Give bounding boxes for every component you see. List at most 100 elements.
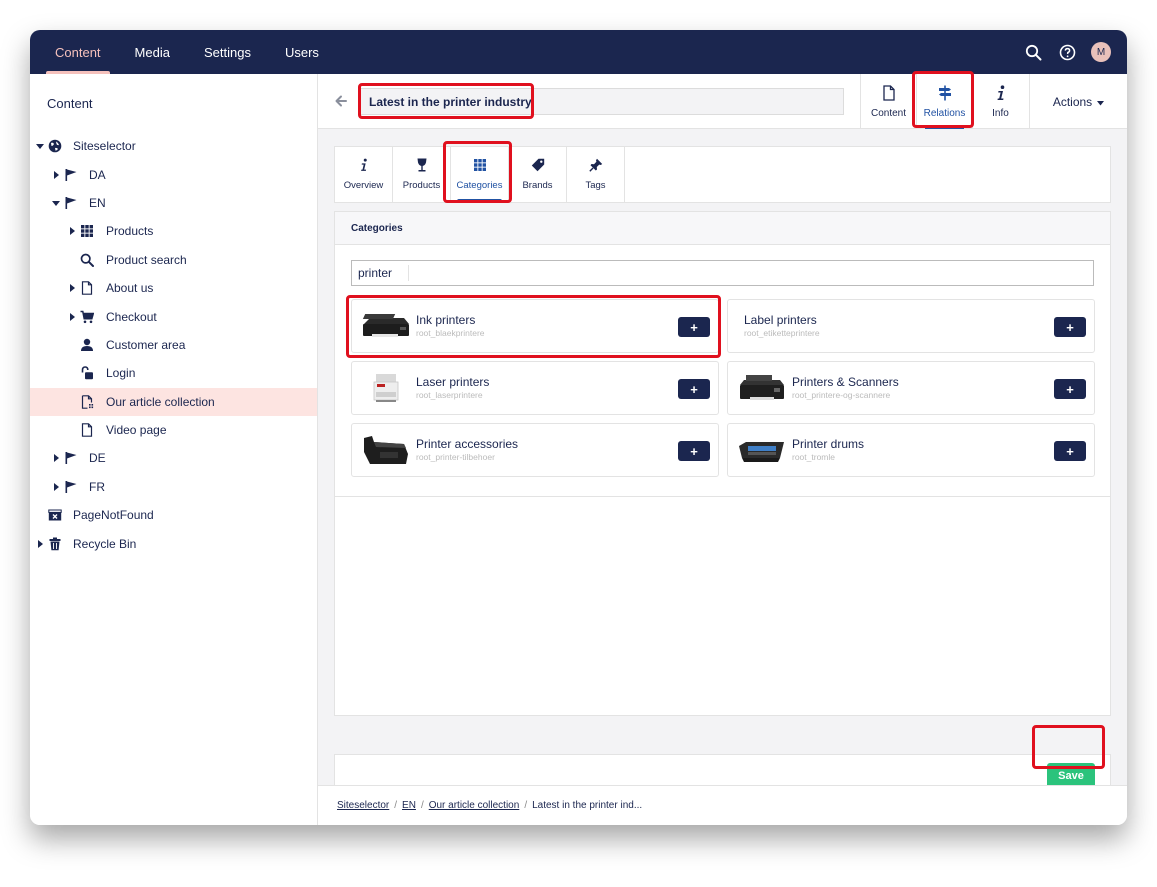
caret-right-icon[interactable] [68, 227, 76, 236]
unlock-icon [79, 365, 95, 381]
tree-item-product-search[interactable]: Product search [30, 246, 317, 274]
category-card-printers-scanners: Printers & Scanners root_printere-og-sca… [727, 361, 1095, 415]
caret-right-icon[interactable] [52, 170, 60, 179]
breadcrumb-current: Latest in the printer ind... [532, 800, 643, 811]
user-icon [79, 337, 95, 353]
categories-panel: Categories printer Ink printers root_bla… [334, 211, 1111, 716]
signpost-icon [937, 85, 953, 104]
tree-item-de[interactable]: DE [30, 444, 317, 472]
add-category-button[interactable]: + [678, 317, 710, 337]
flag-icon [63, 195, 79, 211]
document-icon [882, 84, 896, 104]
top-navigation: Content Media Settings Users M [30, 30, 1127, 74]
divider [335, 496, 1110, 497]
content-tree: Siteselector DA EN Products Product sear… [30, 132, 317, 558]
caret-right-icon[interactable] [36, 539, 44, 548]
editor-area: Latest in the printer industry Content R… [318, 74, 1127, 825]
globe-icon [47, 138, 63, 154]
tab-products[interactable]: Products [393, 147, 451, 202]
tree-item-en[interactable]: EN [30, 189, 317, 217]
tree-item-our-article-collection[interactable]: Our article collection [30, 387, 317, 416]
breadcrumb: Siteselector / EN / Our article collecti… [318, 785, 1127, 825]
not-found-icon [47, 507, 63, 523]
tree-item-fr[interactable]: FR [30, 473, 317, 501]
breadcrumb-separator: / [394, 800, 398, 811]
flag-icon [63, 167, 79, 183]
sidebar-title: Content [47, 96, 93, 111]
app-content[interactable]: Content [860, 74, 916, 129]
caret-right-icon[interactable] [52, 482, 60, 491]
flag-icon [63, 450, 79, 466]
drum-thumb [736, 432, 788, 468]
category-card-printer-accessories: Printer accessories root_printer-tilbeho… [351, 423, 719, 477]
tab-tags[interactable]: Tags [567, 147, 625, 202]
tree-item-da[interactable]: DA [30, 160, 317, 188]
tree-item-video-page[interactable]: Video page [30, 416, 317, 444]
tree-item-recycle-bin[interactable]: Recycle Bin [30, 529, 317, 557]
caret-down-icon[interactable] [52, 199, 60, 207]
category-card-label-printers: Label printers root_etiketteprintere + [727, 299, 1095, 353]
category-search-input[interactable]: printer [351, 260, 1094, 286]
trash-icon [47, 536, 63, 552]
caret-right-icon[interactable] [52, 454, 60, 463]
flag-icon [63, 479, 79, 495]
grid-icon [79, 223, 95, 239]
breadcrumb-our-article-collection[interactable]: Our article collection [429, 800, 520, 811]
toner-thumb [360, 432, 412, 468]
relations-tabs: Overview Products Categories Brands Tags [334, 146, 1111, 203]
back-arrow-icon[interactable] [333, 93, 349, 109]
tree-item-customer-area[interactable]: Customer area [30, 331, 317, 359]
tree-item-products[interactable]: Products [30, 217, 317, 245]
node-name-input[interactable]: Latest in the printer industry [358, 88, 844, 115]
add-category-button[interactable]: + [1054, 441, 1086, 461]
category-card-laser-printers: Laser printers root_laserprintere + [351, 361, 719, 415]
section-media[interactable]: Media [118, 30, 187, 74]
section-content[interactable]: Content [38, 30, 118, 74]
search-icon [79, 252, 95, 268]
laser-printer-thumb [360, 370, 412, 406]
sidebar: Content Siteselector DA EN Products Prod… [30, 74, 318, 825]
pin-icon [588, 158, 603, 175]
ink-printer-thumb [360, 308, 412, 344]
category-card-ink-printers: Ink printers root_blaekprintere + [351, 299, 719, 353]
printer-scanner-thumb [736, 370, 788, 406]
tree-item-checkout[interactable]: Checkout [30, 302, 317, 330]
add-category-button[interactable]: + [1054, 317, 1086, 337]
app-relations[interactable]: Relations [916, 74, 972, 129]
document-icon [79, 422, 95, 438]
grid-icon [473, 158, 487, 175]
help-icon[interactable] [1057, 42, 1077, 62]
actions-menu[interactable]: Actions [1029, 74, 1127, 129]
tree-item-about-us[interactable]: About us [30, 274, 317, 302]
tree-item-pagenotfound[interactable]: PageNotFound [30, 501, 317, 529]
caret-down-icon[interactable] [36, 142, 44, 150]
add-category-button[interactable]: + [1054, 379, 1086, 399]
app-info[interactable]: Info [972, 74, 1028, 129]
breadcrumb-en[interactable]: EN [402, 800, 416, 811]
tree-item-siteselector[interactable]: Siteselector [30, 132, 317, 160]
category-card-printer-drums: Printer drums root_tromle + [727, 423, 1095, 477]
caret-down-icon [1097, 95, 1105, 109]
breadcrumb-siteselector[interactable]: Siteselector [337, 800, 389, 811]
info-icon [995, 84, 1007, 104]
categories-header: Categories [335, 212, 1110, 245]
document-list-icon [79, 394, 95, 410]
tab-overview[interactable]: Overview [335, 147, 393, 202]
search-icon[interactable] [1023, 42, 1043, 62]
breadcrumb-separator: / [524, 800, 528, 811]
avatar[interactable]: M [1091, 42, 1111, 62]
section-users[interactable]: Users [268, 30, 336, 74]
section-settings[interactable]: Settings [187, 30, 268, 74]
tab-categories[interactable]: Categories [451, 147, 509, 202]
caret-right-icon[interactable] [68, 284, 76, 293]
info-icon [359, 158, 369, 175]
tab-brands[interactable]: Brands [509, 147, 567, 202]
editor-header: Latest in the printer industry Content R… [318, 74, 1127, 129]
tag-icon [531, 158, 545, 175]
cart-icon [79, 309, 95, 325]
breadcrumb-separator: / [420, 800, 424, 811]
add-category-button[interactable]: + [678, 441, 710, 461]
caret-right-icon[interactable] [68, 312, 76, 321]
tree-item-login[interactable]: Login [30, 359, 317, 387]
add-category-button[interactable]: + [678, 379, 710, 399]
